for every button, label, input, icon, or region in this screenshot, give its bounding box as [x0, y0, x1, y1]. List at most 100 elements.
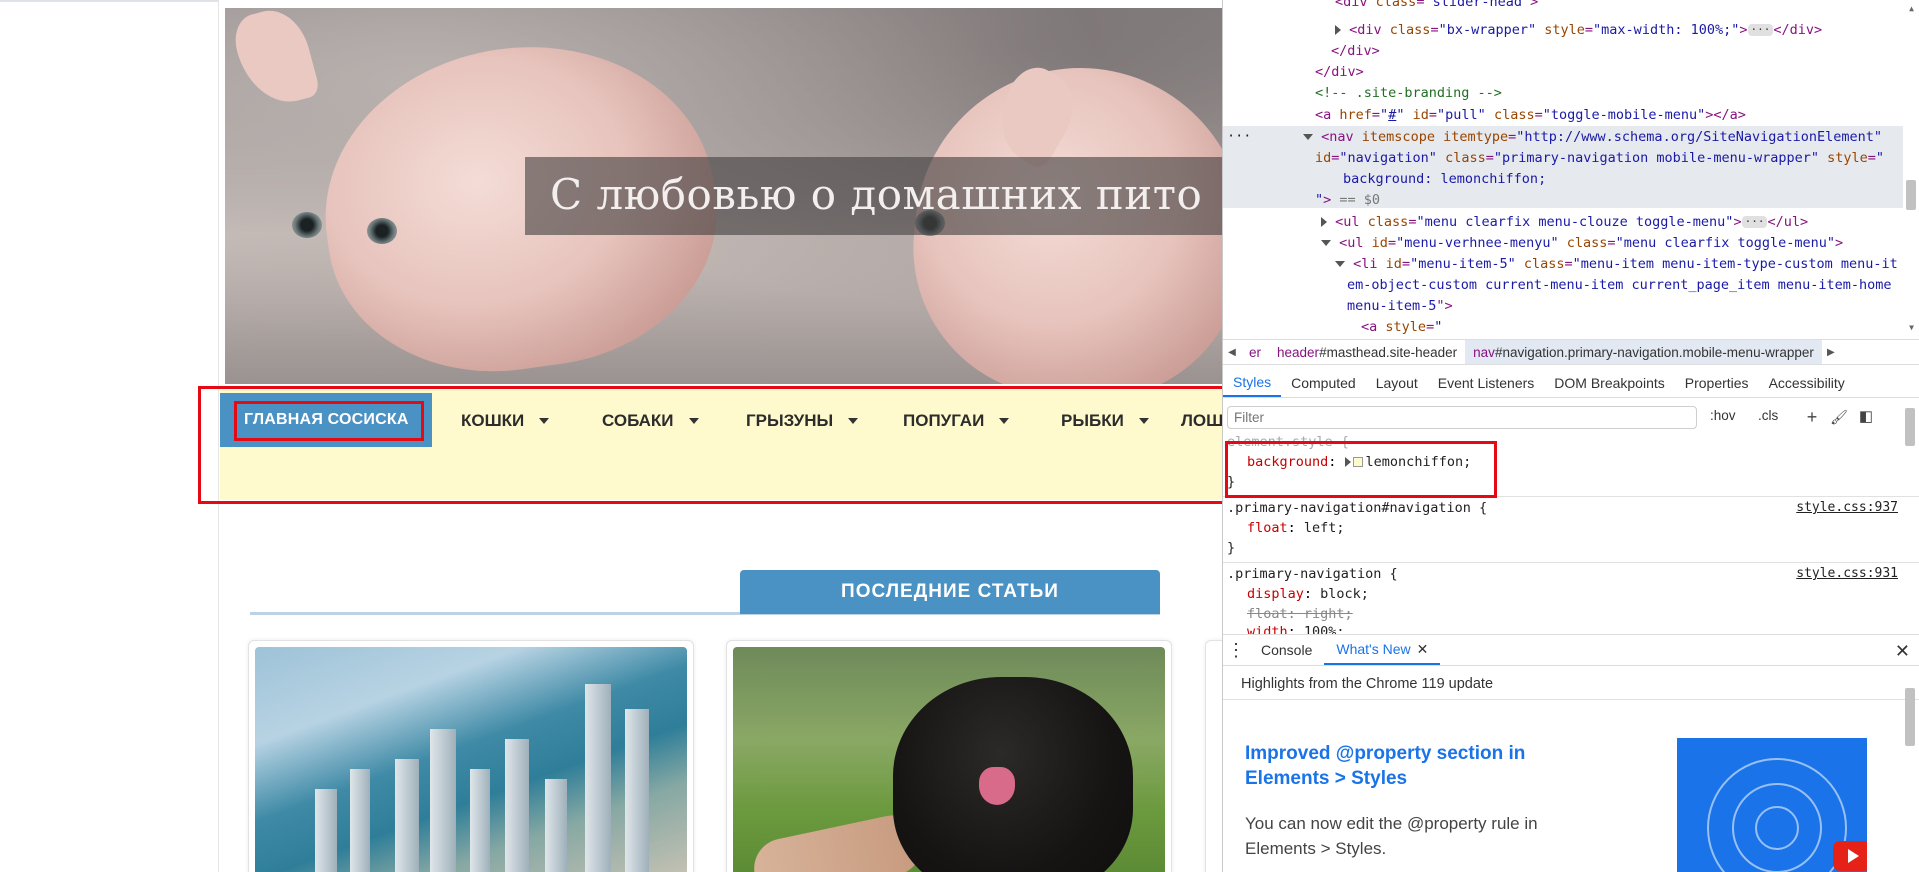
crumb-right-icon[interactable]: ▶ — [1822, 347, 1840, 358]
tab-computed[interactable]: Computed — [1281, 368, 1366, 397]
caret-down-icon — [1138, 418, 1149, 424]
dom-line[interactable]: <ul id="menu-verhnee-menyu" class="menu … — [1321, 235, 1843, 251]
prop-value: left; — [1303, 520, 1345, 536]
collapse-arrow-icon[interactable] — [1335, 261, 1345, 267]
article-card[interactable] — [248, 640, 694, 872]
nav-item-parrots[interactable]: ПОПУГАИ — [903, 410, 1010, 432]
ellipsis-icon[interactable]: ··· — [1741, 216, 1768, 228]
article-card[interactable] — [726, 640, 1172, 872]
dom-more-icon[interactable]: ··· — [1227, 128, 1251, 144]
dom-line[interactable]: <li id="menu-item-5" class="menu-item me… — [1335, 256, 1898, 272]
devtools-panel: <div class="slider-head"> <div class="bx… — [1222, 0, 1919, 872]
youtube-play-icon[interactable] — [1833, 841, 1867, 871]
website-viewport: С любовью о домашних пито ГЛАВНАЯ СОСИСК… — [0, 0, 1222, 872]
dom-line[interactable]: </div> — [1331, 43, 1380, 59]
styles-scrollbar[interactable] — [1905, 408, 1915, 446]
dom-line[interactable]: <div class="slider-head"> — [1335, 0, 1538, 10]
dom-line[interactable]: <a style=" — [1361, 319, 1442, 335]
whats-new-scrollbar[interactable] — [1905, 688, 1915, 746]
rule-selector[interactable]: .primary-navigation { — [1227, 566, 1398, 582]
cat-eye — [367, 218, 397, 244]
rule-divider — [1223, 562, 1919, 563]
nav-item-label: КОШКИ — [461, 411, 525, 430]
nav-item-horses[interactable]: ЛОШ — [1181, 410, 1222, 432]
dom-scrollbar[interactable] — [1906, 180, 1916, 210]
styles-tabbar: Styles Computed Layout Event Listeners D… — [1223, 368, 1919, 398]
scroll-up-icon[interactable]: ▲ — [1909, 4, 1914, 13]
top-divider — [0, 0, 220, 2]
hov-toggle[interactable]: :hov — [1710, 408, 1736, 423]
dom-line[interactable]: menu-item-5"> — [1347, 298, 1453, 314]
nav-item-rodents[interactable]: ГРЫЗУНЫ — [746, 410, 859, 432]
nav-item-label: ГРЫЗУНЫ — [746, 411, 834, 430]
rule-source-link[interactable]: style.css:937 — [1796, 500, 1898, 515]
tab-layout[interactable]: Layout — [1366, 368, 1428, 397]
crumb-tag: er — [1249, 344, 1262, 360]
ellipsis-icon[interactable]: ··· — [1747, 24, 1774, 36]
dom-line-nav-attrs[interactable]: id="navigation" class="primary-navigatio… — [1315, 150, 1884, 166]
expand-arrow-icon[interactable] — [1321, 217, 1327, 227]
tower-shape — [430, 729, 456, 872]
cls-toggle[interactable]: .cls — [1758, 408, 1778, 423]
dom-line-nav[interactable]: <nav itemscope itemtype="http://www.sche… — [1303, 129, 1882, 145]
nav-item-fish[interactable]: РЫБКИ — [1061, 410, 1149, 432]
nav-item-cats[interactable]: КОШКИ — [461, 410, 550, 432]
crumb-tag: nav — [1473, 344, 1495, 360]
article-card[interactable] — [1205, 640, 1222, 872]
dom-line[interactable]: <div class="bx-wrapper" style="max-width… — [1335, 22, 1822, 38]
dom-line[interactable]: </div> — [1315, 64, 1364, 80]
styles-filter-input[interactable] — [1227, 406, 1697, 429]
dom-line[interactable]: em-object-custom current-menu-item curre… — [1347, 277, 1892, 293]
tower-shape — [545, 779, 567, 872]
dom-line-nav-end[interactable]: "> == $0 — [1315, 192, 1380, 208]
caret-down-icon — [539, 418, 550, 424]
caret-down-icon — [848, 418, 859, 424]
breadcrumb-item[interactable]: er — [1241, 340, 1269, 364]
whats-new-card-title[interactable]: Improved @property section in Elements >… — [1245, 741, 1605, 791]
tab-accessibility[interactable]: Accessibility — [1759, 368, 1855, 397]
style-declaration[interactable]: width: 100%; — [1247, 624, 1345, 634]
elements-dom-tree[interactable]: <div class="slider-head"> <div class="bx… — [1223, 0, 1919, 335]
prop-name: width — [1247, 624, 1288, 634]
whats-new-subtitle: Highlights from the Chrome 119 update — [1223, 668, 1919, 700]
dom-line-nav-style[interactable]: background: lemonchiffon; — [1343, 171, 1546, 187]
whats-new-card-description: You can now edit the @property rule in E… — [1245, 814, 1538, 858]
close-tab-icon[interactable]: ✕ — [1417, 641, 1429, 658]
toggle-sidebar-icon[interactable]: ◧ — [1855, 406, 1877, 428]
collapse-arrow-icon[interactable] — [1321, 240, 1331, 246]
tab-properties[interactable]: Properties — [1675, 368, 1759, 397]
style-declaration[interactable]: display: block; — [1247, 586, 1369, 602]
scroll-down-icon[interactable]: ▼ — [1909, 323, 1914, 332]
expand-arrow-icon[interactable] — [1335, 25, 1341, 35]
style-declaration[interactable]: float: left; — [1247, 520, 1345, 536]
rule-source-link[interactable]: style.css:931 — [1796, 566, 1898, 581]
nav-item-home-label[interactable]: ГЛАВНАЯ СОСИСКА — [244, 411, 409, 429]
crumb-left-icon[interactable]: ◀ — [1223, 347, 1241, 358]
dom-line[interactable]: <a href="#" id="pull" class="toggle-mobi… — [1315, 107, 1746, 123]
collapse-arrow-icon[interactable] — [1303, 134, 1313, 140]
tab-dom-breakpoints[interactable]: DOM Breakpoints — [1544, 368, 1674, 397]
close-drawer-icon[interactable]: ✕ — [1895, 641, 1910, 662]
breadcrumb-item[interactable]: header #masthead.site-header — [1269, 340, 1465, 364]
style-declaration-overridden[interactable]: float: right; — [1247, 606, 1353, 622]
prop-value: right; — [1303, 606, 1353, 622]
tab-styles[interactable]: Styles — [1223, 368, 1282, 397]
nav-item-dogs[interactable]: СОБАКИ — [602, 410, 699, 432]
styles-filter-row: :hov .cls + 🖌 ◧ — [1223, 404, 1919, 432]
crumb-rest: #navigation.primary-navigation.mobile-me… — [1494, 344, 1814, 360]
rule-selector[interactable]: .primary-navigation#navigation { — [1227, 500, 1487, 516]
whats-new-video-thumbnail[interactable] — [1677, 738, 1867, 872]
caret-down-icon — [999, 418, 1010, 424]
tab-whats-new[interactable]: What's New ✕ — [1324, 635, 1441, 665]
tab-console[interactable]: Console — [1249, 635, 1324, 665]
new-style-rule-icon[interactable]: + — [1801, 406, 1823, 428]
tab-event-listeners[interactable]: Event Listeners — [1428, 368, 1545, 397]
breadcrumb: ◀ er header #masthead.site-header nav #nav… — [1223, 339, 1919, 365]
dom-comment[interactable]: <!-- .site-branding --> — [1315, 85, 1502, 101]
tower-shape — [625, 709, 649, 872]
crumb-rest: #masthead.site-header — [1319, 344, 1458, 360]
paint-roller-icon[interactable]: 🖌 — [1828, 406, 1850, 428]
dom-line[interactable]: <ul class="menu clearfix menu-clouze tog… — [1321, 214, 1808, 230]
breadcrumb-item-active[interactable]: nav #navigation.primary-navigation.mobile… — [1465, 340, 1822, 364]
more-tabs-icon[interactable]: ⋮ — [1223, 641, 1249, 659]
